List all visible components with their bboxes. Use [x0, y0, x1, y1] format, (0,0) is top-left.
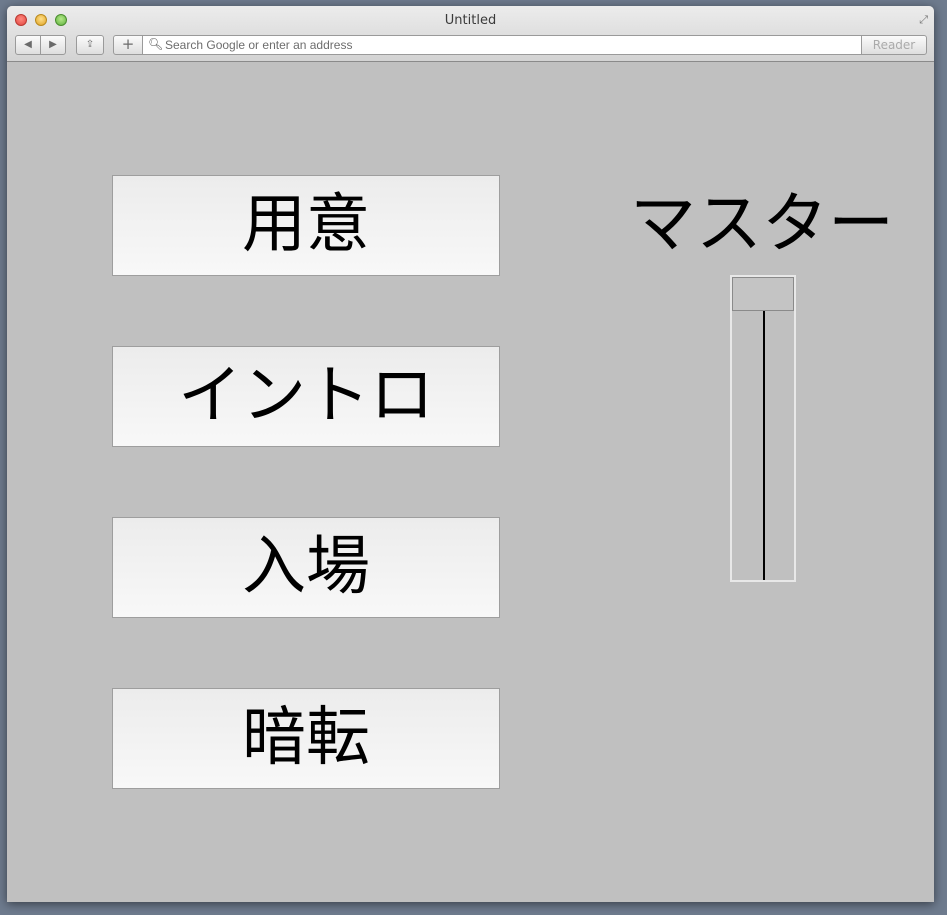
- forward-icon: ▶: [49, 39, 57, 50]
- share-button[interactable]: ⇪: [76, 35, 104, 55]
- master-fader[interactable]: [730, 275, 796, 582]
- master-label: マスター: [630, 185, 894, 262]
- back-button[interactable]: ◀: [15, 35, 41, 55]
- new-tab-button[interactable]: +: [113, 35, 143, 55]
- window-title: Untitled: [444, 13, 497, 28]
- page-content: 用意 イントロ 入場 暗転 マスター: [7, 62, 934, 902]
- forward-button[interactable]: ▶: [40, 35, 66, 55]
- browser-window: Untitled ⤢ ◀ ▶ ⇪ + 🔍︎ Reader 用意 イントロ 入場 …: [7, 6, 934, 902]
- search-icon: 🔍︎: [148, 37, 164, 51]
- share-icon: ⇪: [85, 39, 95, 50]
- back-icon: ◀: [24, 39, 32, 50]
- master-fader-track: [763, 311, 765, 580]
- reader-button[interactable]: Reader: [861, 35, 927, 55]
- cue-button-intro[interactable]: イントロ: [112, 346, 500, 447]
- fullscreen-icon[interactable]: ⤢: [919, 13, 928, 27]
- title-bar: Untitled ⤢ ◀ ▶ ⇪ + 🔍︎ Reader: [7, 6, 934, 62]
- plus-icon: +: [121, 35, 135, 53]
- address-bar[interactable]: 🔍︎: [142, 35, 862, 55]
- address-input[interactable]: [165, 36, 855, 54]
- cue-button-entrance[interactable]: 入場: [112, 517, 500, 618]
- cue-button-prepare[interactable]: 用意: [112, 175, 500, 276]
- master-fader-thumb[interactable]: [732, 277, 794, 311]
- cue-button-blackout[interactable]: 暗転: [112, 688, 500, 789]
